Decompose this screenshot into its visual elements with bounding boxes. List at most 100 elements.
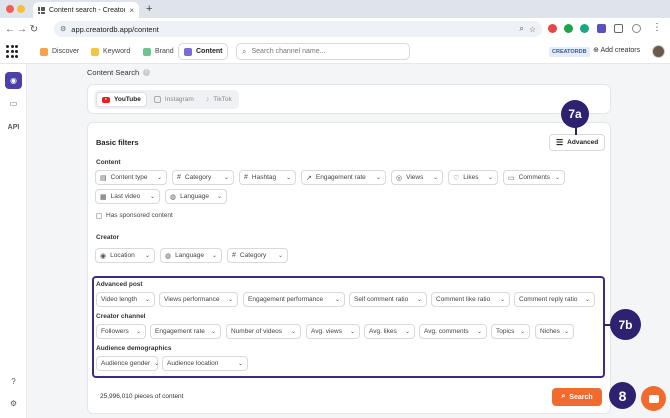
creator-channel-label: Creator channel: [96, 313, 146, 320]
platform-tiktok[interactable]: ♪ TikTok: [201, 92, 237, 107]
filter-avg-views[interactable]: Avg. views ⌄: [306, 324, 360, 339]
chevron-down-icon: ⌄: [404, 329, 410, 335]
filter-label: Category: [239, 252, 267, 259]
chevron-down-icon: ⌄: [584, 297, 590, 303]
filter-likes[interactable]: ♡ Likes ⌄: [448, 170, 498, 185]
app-logo-icon[interactable]: [6, 45, 20, 59]
filter-avg-likes[interactable]: Avg. likes ⌄: [364, 324, 415, 339]
platform-youtube[interactable]: YouTube: [96, 92, 147, 107]
creatordb-favicon-icon: [38, 6, 45, 14]
platform-instagram[interactable]: Instagram: [149, 92, 199, 107]
minimize-window-icon[interactable]: [17, 5, 25, 13]
search-icon: ⌕: [561, 393, 566, 400]
sidebar-item-folders[interactable]: ▭: [5, 95, 22, 112]
sponsored-checkbox[interactable]: [96, 213, 102, 219]
nav-content[interactable]: Content: [178, 43, 229, 60]
reload-icon[interactable]: ↻: [28, 24, 40, 35]
sidebar-item-settings[interactable]: ⚙: [5, 395, 22, 412]
extension-2-icon[interactable]: [564, 24, 573, 33]
nav-brand[interactable]: Brand: [138, 43, 179, 60]
new-tab-icon[interactable]: +: [146, 3, 152, 15]
globe-icon: ◉: [10, 76, 17, 85]
filter-views[interactable]: ◎ Views ⌄: [391, 170, 443, 185]
filter-comment-reply-ratio[interactable]: Comment reply ratio ⌄: [514, 292, 595, 307]
nav-discover[interactable]: Discover: [35, 43, 84, 60]
filter-last-video[interactable]: ▦ Last video ⌄: [95, 189, 160, 204]
filter-video-length[interactable]: Video length ⌄: [96, 292, 155, 307]
search-button[interactable]: ⌕ Search: [552, 388, 602, 406]
filter-creator-category[interactable]: # Category ⌄: [227, 248, 288, 263]
platform-selector: YouTube Instagram ♪ TikTok: [94, 90, 239, 109]
creator-section-label: Creator: [96, 234, 120, 241]
filter-label: Avg. views: [311, 328, 342, 335]
filter-engagement-rate[interactable]: ↗ Engagement rate ⌄: [301, 170, 386, 185]
filter-category[interactable]: # Category ⌄: [172, 170, 234, 185]
nav-keyword[interactable]: Keyword: [86, 43, 135, 60]
site-info-icon[interactable]: ⚙: [60, 25, 66, 33]
add-creators-button[interactable]: ⊕ Add creators: [593, 46, 640, 54]
folder-icon: ▭: [9, 99, 18, 108]
filter-comment-like-ratio[interactable]: Comment like ratio ⌄: [431, 292, 510, 307]
discover-icon: [40, 47, 48, 56]
filter-audience-location[interactable]: Audience location ⌄: [162, 356, 248, 371]
chevron-down-icon: ⌄: [563, 329, 569, 335]
sidebar-item-search[interactable]: ◉: [5, 72, 22, 89]
callout-7a: 7a: [561, 100, 589, 128]
filter-hashtag[interactable]: # Hashtag ⌄: [239, 170, 296, 185]
sponsored-label: Has sponsored content: [106, 212, 173, 219]
sidebar-item-help[interactable]: ?: [5, 373, 22, 390]
filter-creator-language[interactable]: ◍ Language ⌄: [160, 248, 222, 263]
info-icon[interactable]: i: [143, 69, 151, 76]
bookmark-star-icon[interactable]: ☆: [529, 25, 536, 34]
filter-channel-engagement-rate[interactable]: Engagement rate ⌄: [150, 324, 221, 339]
heart-icon: ♡: [453, 174, 460, 182]
filter-label: Audience gender: [101, 360, 151, 367]
filter-label: Video length: [101, 296, 138, 303]
filter-language[interactable]: ◍ Language ⌄: [165, 189, 227, 204]
filter-label: Engagement rate: [315, 174, 366, 181]
profile-icon[interactable]: [632, 24, 641, 33]
chevron-down-icon: ⌄: [210, 329, 216, 335]
extension-1-icon[interactable]: [548, 24, 557, 33]
zoom-icon[interactable]: ⌕: [519, 24, 523, 34]
filter-engagement-performance[interactable]: Engagement performance ⌄: [243, 292, 345, 307]
forward-icon[interactable]: →: [16, 24, 28, 35]
hash-icon: #: [244, 174, 248, 181]
left-sidebar: ◉ ▭ API ? ⚙: [0, 64, 27, 418]
browser-tab[interactable]: Content search - CreatorDB ×: [33, 2, 139, 18]
chevron-down-icon: ⌄: [519, 329, 525, 335]
back-icon[interactable]: ←: [4, 24, 16, 35]
extension-4-icon[interactable]: [597, 24, 606, 33]
nav-label: Brand: [155, 48, 174, 55]
callout-7b: 7b: [610, 309, 641, 340]
filter-niches[interactable]: Niches ⌄: [535, 324, 574, 339]
tab-title: Content search - CreatorDB: [49, 6, 125, 14]
chevron-down-icon: ⌄: [499, 297, 505, 303]
channel-search-input[interactable]: ⌕ Search channel name...: [236, 43, 410, 60]
extension-3-icon[interactable]: [580, 24, 589, 33]
close-tab-icon[interactable]: ×: [129, 6, 134, 15]
filter-avg-comments[interactable]: Avg. comments ⌄: [419, 324, 487, 339]
chat-support-button[interactable]: [641, 386, 666, 411]
avatar[interactable]: [652, 45, 665, 58]
sidebar-item-api[interactable]: API: [5, 119, 22, 136]
advanced-button[interactable]: ☰ Advanced: [549, 134, 606, 151]
filter-location[interactable]: ◉ Location ⌄: [95, 248, 155, 263]
extensions-puzzle-icon[interactable]: [614, 24, 623, 33]
filter-comments[interactable]: ▭ Comments ⌄: [503, 170, 565, 185]
location-pin-icon: ◉: [100, 252, 107, 260]
filter-topics[interactable]: Topics ⌄: [491, 324, 530, 339]
filter-label: Category: [184, 174, 212, 181]
help-icon: ?: [11, 377, 16, 386]
filter-number-of-videos[interactable]: Number of videos ⌄: [226, 324, 301, 339]
browser-menu-icon[interactable]: ⋮: [652, 22, 662, 33]
filter-content-type[interactable]: ▤ Content type ⌄: [95, 170, 167, 185]
url-field[interactable]: ⚙ app.creatordb.app/content ⌕ ☆: [54, 21, 542, 37]
filter-views-performance[interactable]: Views performance ⌄: [159, 292, 238, 307]
filter-self-comment-ratio[interactable]: Self comment ratio ⌄: [349, 292, 427, 307]
close-window-icon[interactable]: [6, 5, 14, 13]
filter-audience-gender[interactable]: Audience gender ⌄: [96, 356, 159, 371]
filter-label: Engagement rate: [155, 328, 205, 335]
filter-followers[interactable]: Followers ⌄: [96, 324, 146, 339]
gear-icon: ⚙: [9, 399, 18, 408]
